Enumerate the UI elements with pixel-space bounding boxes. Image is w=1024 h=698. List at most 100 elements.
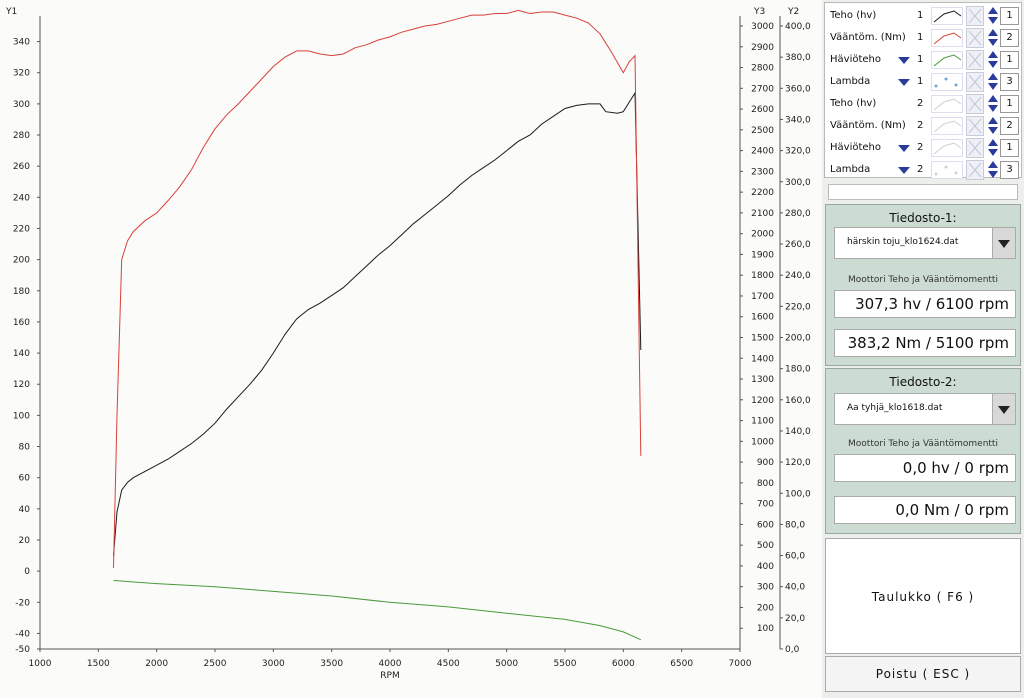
spinner-up-icon[interactable] — [988, 7, 998, 14]
legend-series-name: Häviöteho — [830, 54, 881, 65]
y2-tick-label: 220,0 — [785, 302, 811, 312]
dyno-chart: Y1 Y3 Y2 RPM -50 -40 -20 0 20 40 60 80 100 120 140 160 1… — [5, 7, 811, 681]
y1-tick-label: 180 — [13, 287, 30, 297]
legend-color-swatch[interactable] — [931, 7, 963, 25]
x-tick-label: 7000 — [729, 659, 752, 669]
y3-tick-label: 2800 — [751, 64, 774, 74]
legend-axis-number[interactable]: 1 — [1000, 7, 1019, 25]
y2-tick-label: 140,0 — [785, 427, 811, 437]
status-field — [828, 184, 1018, 200]
x-tick-label: 2500 — [204, 659, 227, 669]
legend-axis-number[interactable]: 1 — [1000, 139, 1019, 157]
legend-series-name: Lambda — [830, 76, 871, 87]
legend-axis-number[interactable]: 1 — [1000, 95, 1019, 113]
spinner-down-icon[interactable] — [988, 127, 998, 134]
legend-color-swatch[interactable] — [931, 73, 963, 91]
legend-toggle-box[interactable] — [966, 94, 984, 114]
spinner-down-icon[interactable] — [988, 39, 998, 46]
legend-axis-number[interactable]: 3 — [1000, 161, 1019, 179]
legend-toggle-box[interactable] — [966, 50, 984, 70]
table-button[interactable]: Taulukko ( F6 ) — [825, 538, 1021, 654]
legend-color-swatch[interactable] — [931, 139, 963, 157]
legend-toggle-box[interactable] — [966, 116, 984, 136]
file2-title: Tiedosto-2: — [889, 375, 957, 389]
legend-series-name: Häviöteho — [830, 142, 881, 153]
file2-select[interactable]: Aa tyhjä_klo1618.dat — [834, 393, 1016, 425]
y3-tick-label: 2200 — [751, 188, 774, 198]
spinner-up-icon[interactable] — [988, 73, 998, 80]
spinner-up-icon[interactable] — [988, 51, 998, 58]
spinner-up-icon[interactable] — [988, 161, 998, 168]
y3-tick-label: 2600 — [751, 105, 774, 115]
y2-tick-label: 360,0 — [785, 84, 811, 94]
legend-axis-number[interactable]: 2 — [1000, 29, 1019, 47]
legend-toggle-box[interactable] — [966, 6, 984, 26]
spinner-up-icon[interactable] — [988, 139, 998, 146]
y1-tick-label: 340 — [13, 38, 30, 48]
spinner-up-icon[interactable] — [988, 29, 998, 36]
y2-tick-label: 240,0 — [785, 271, 811, 281]
legend-color-swatch[interactable] — [931, 95, 963, 113]
file2-subtitle: Moottori Teho ja Vääntömomentti — [848, 439, 998, 449]
file1-dropdown-button[interactable] — [992, 228, 1015, 258]
y1-tick-label: 140 — [13, 349, 30, 359]
spinner-down-icon[interactable] — [988, 105, 998, 112]
dropdown-triangle-icon[interactable] — [898, 167, 910, 174]
axis-spinner[interactable] — [987, 117, 999, 135]
legend-toggle-box[interactable] — [966, 28, 984, 48]
axis-spinner[interactable] — [987, 29, 999, 47]
file2-dropdown-button[interactable] — [992, 394, 1015, 424]
x-axis-label: RPM — [380, 671, 399, 681]
dropdown-triangle-icon[interactable] — [898, 79, 910, 86]
legend-axis-number[interactable]: 2 — [1000, 117, 1019, 135]
exit-button[interactable]: Poistu ( ESC ) — [825, 656, 1021, 692]
x-tick-label: 2000 — [145, 659, 168, 669]
axis-spinner[interactable] — [987, 51, 999, 69]
spinner-down-icon[interactable] — [988, 17, 998, 24]
legend-toggle-box[interactable] — [966, 160, 984, 180]
legend-color-swatch[interactable] — [931, 29, 963, 47]
x-tick-label: 4500 — [437, 659, 460, 669]
legend-file-number: 1 — [917, 76, 924, 87]
spinner-down-icon[interactable] — [988, 171, 998, 178]
axis-spinner[interactable] — [987, 161, 999, 179]
y3-tick-label: 200 — [757, 603, 774, 613]
y1-tick-label: 280 — [13, 131, 30, 141]
file1-select[interactable]: härskin toju_klo1624.dat — [834, 227, 1016, 259]
legend-toggle-box[interactable] — [966, 138, 984, 158]
spinner-down-icon[interactable] — [988, 83, 998, 90]
y1-tick-label: 260 — [13, 162, 30, 172]
spinner-down-icon[interactable] — [988, 149, 998, 156]
y3-tick-label: 2400 — [751, 147, 774, 157]
y1-tick-label: 160 — [13, 318, 30, 328]
y1-tick-label: 100 — [13, 411, 30, 421]
y1-tick-label: 320 — [13, 69, 30, 79]
spinner-down-icon[interactable] — [988, 61, 998, 68]
axis-spinner[interactable] — [987, 7, 999, 25]
y3-tick-label: 2000 — [751, 230, 774, 240]
y2-tick-label: 160,0 — [785, 396, 811, 406]
y3-tick-label: 400 — [757, 562, 774, 572]
y2-tick-label: 280,0 — [785, 209, 811, 219]
legend-color-swatch[interactable] — [931, 51, 963, 69]
legend-color-swatch[interactable] — [931, 161, 963, 179]
dropdown-triangle-icon[interactable] — [898, 57, 910, 64]
file1-filename: härskin toju_klo1624.dat — [847, 237, 959, 247]
axis-spinner[interactable] — [987, 139, 999, 157]
spinner-up-icon[interactable] — [988, 95, 998, 102]
axis-spinner[interactable] — [987, 73, 999, 91]
y3-tick-label: 2900 — [751, 43, 774, 53]
legend-color-swatch[interactable] — [931, 117, 963, 135]
legend-file-number: 1 — [917, 32, 924, 43]
legend-series-name: Teho (hv) — [830, 98, 877, 109]
axis-spinner[interactable] — [987, 95, 999, 113]
y3-tick-label: 1500 — [751, 334, 774, 344]
legend-toggle-box[interactable] — [966, 72, 984, 92]
dropdown-triangle-icon[interactable] — [898, 145, 910, 152]
y3-tick-label: 2100 — [751, 209, 774, 219]
legend-axis-number[interactable]: 3 — [1000, 73, 1019, 91]
y3-tick-label: 1900 — [751, 250, 774, 260]
legend-axis-number[interactable]: 1 — [1000, 51, 1019, 69]
spinner-up-icon[interactable] — [988, 117, 998, 124]
legend-file-number: 1 — [917, 10, 924, 21]
